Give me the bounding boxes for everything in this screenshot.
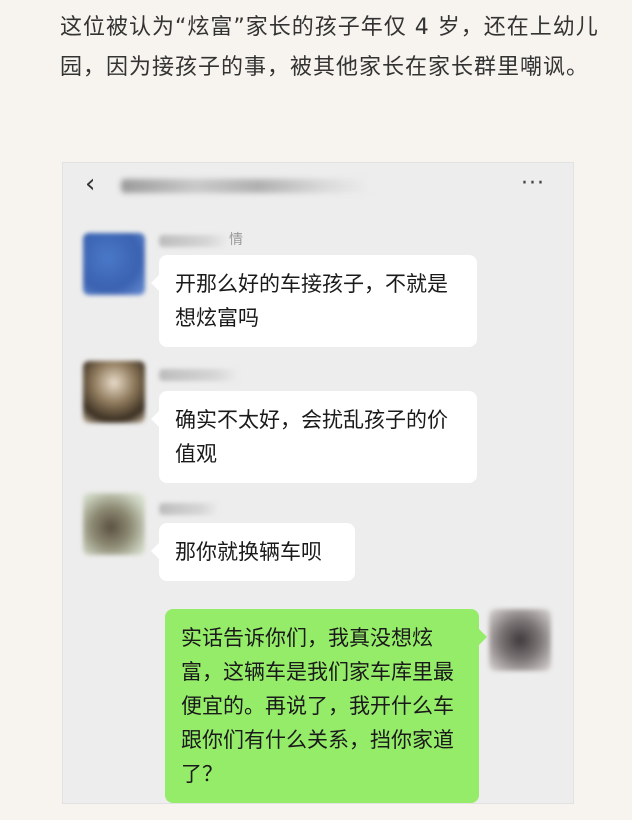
chat-screenshot: ‹ ··· 情 开那么好的车接孩子，不就是想炫富吗 确实不太好，会扰乱孩子的价值… [62,162,574,804]
message-bubble-own[interactable]: 实话告诉你们，我真没想炫富，这辆车是我们家车库里最便宜的。再说了，我开什么车跟你… [165,609,487,803]
sender-name: 情 [229,232,243,248]
avatar[interactable] [83,361,145,423]
avatar[interactable] [83,233,145,295]
message-bubble[interactable]: 开那么好的车接孩子，不就是想炫富吗 [151,255,477,347]
sender-name-blurred [159,235,229,247]
more-icon[interactable]: ··· [521,171,545,196]
message-text: 开那么好的车接孩子，不就是想炫富吗 [175,272,448,330]
message-text: 确实不太好，会扰乱孩子的价值观 [175,408,448,466]
avatar[interactable] [83,493,145,555]
avatar[interactable] [489,609,551,671]
chat-header: ‹ ··· [63,163,573,203]
chat-title-blurred [121,179,371,193]
back-icon[interactable]: ‹ [85,169,95,199]
article-caption: 这位被认为“炫富”家长的孩子年仅 4 岁，还在上幼儿园，因为接孩子的事，被其他家… [60,15,599,80]
message-bubble[interactable]: 那你就换辆车呗 [151,523,355,581]
message-bubble[interactable]: 确实不太好，会扰乱孩子的价值观 [151,391,477,483]
message-text: 那你就换辆车呗 [175,540,322,564]
sender-name-blurred [159,503,219,515]
message-text: 实话告诉你们，我真没想炫富，这辆车是我们家车库里最便宜的。再说了，我开什么车跟你… [181,626,454,786]
sender-name-blurred [159,369,239,381]
